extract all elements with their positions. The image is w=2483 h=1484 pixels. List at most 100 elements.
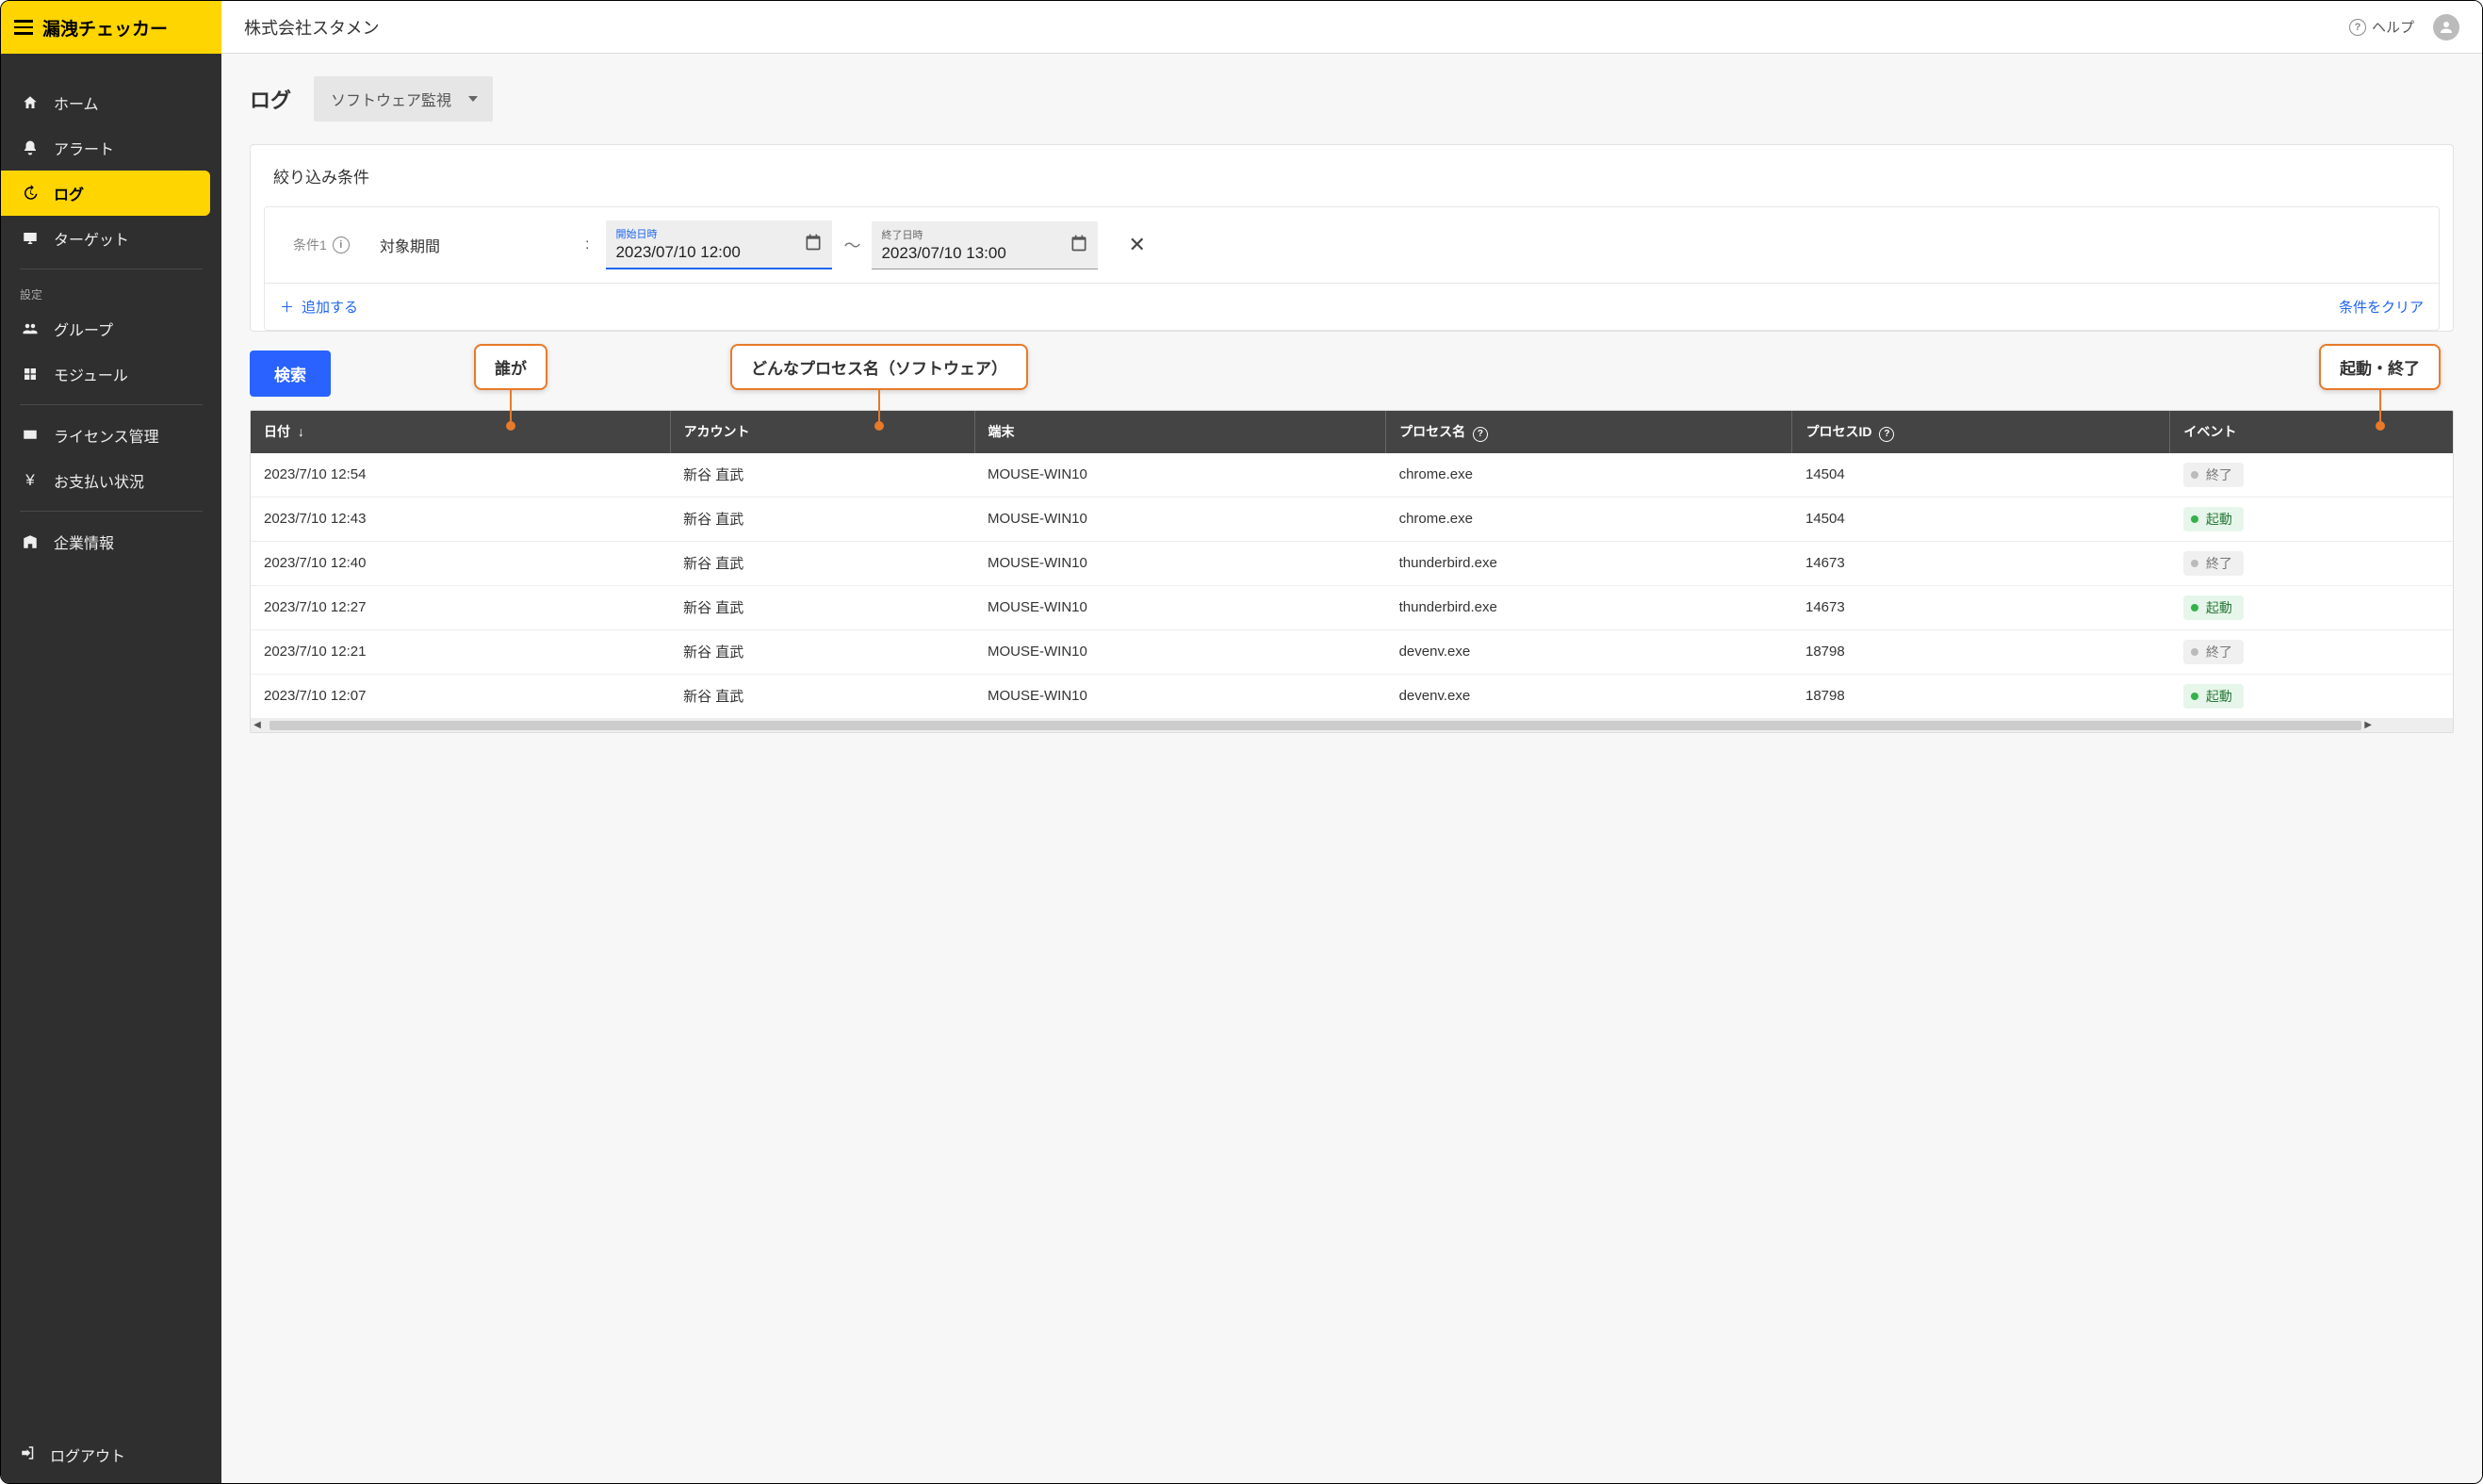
sidebar-item-company[interactable]: 企業情報 xyxy=(1,519,210,564)
scroll-right-icon[interactable]: ▶ xyxy=(2361,720,2375,730)
callout-process: どんなプロセス名（ソフトウェア） xyxy=(730,344,1028,390)
calendar-icon[interactable] xyxy=(1070,234,1088,256)
sidebar-item-label: モジュール xyxy=(54,363,128,385)
condition-label: 条件1 xyxy=(293,236,327,254)
cell-terminal: MOUSE-WIN10 xyxy=(974,629,1386,674)
sidebar-item-group[interactable]: グループ xyxy=(1,306,210,351)
event-badge: 起動 xyxy=(2183,684,2244,709)
help-icon[interactable]: ? xyxy=(1473,427,1488,442)
cell-process: chrome.exe xyxy=(1386,453,1792,497)
sidebar-item-label: グループ xyxy=(54,318,113,340)
cell-process: devenv.exe xyxy=(1386,629,1792,674)
grid-icon xyxy=(20,367,41,382)
event-badge: 終了 xyxy=(2183,551,2244,576)
status-dot-icon xyxy=(2191,648,2198,656)
table-row[interactable]: 2023/7/10 12:21新谷 直武MOUSE-WIN10devenv.ex… xyxy=(251,629,2453,674)
sidebar-item-label: アラート xyxy=(54,137,114,159)
cell-pid: 14673 xyxy=(1792,541,2170,585)
end-datetime-field[interactable]: 終了日時 2023/07/10 13:00 xyxy=(872,221,1098,269)
monitor-icon xyxy=(20,230,41,247)
add-condition-label: 追加する xyxy=(302,297,358,317)
status-dot-icon xyxy=(2191,515,2198,523)
cell-date: 2023/7/10 12:54 xyxy=(251,453,670,497)
callout-text: 誰が xyxy=(495,360,527,378)
end-datetime-label: 終了日時 xyxy=(881,227,1088,242)
filter-panel-title: 絞り込み条件 xyxy=(251,145,2453,195)
start-datetime-field[interactable]: 開始日時 2023/07/10 12:00 xyxy=(606,220,832,269)
clear-conditions-label: 条件をクリア xyxy=(2339,300,2424,316)
cell-date: 2023/7/10 12:27 xyxy=(251,585,670,629)
horizontal-scrollbar[interactable]: ◀ ▶ xyxy=(251,719,2453,732)
sidebar-item-alert[interactable]: アラート xyxy=(1,125,210,171)
cell-account: 新谷 直武 xyxy=(670,541,974,585)
event-badge: 起動 xyxy=(2183,595,2244,620)
callout-text: どんなプロセス名（ソフトウェア） xyxy=(751,360,1007,378)
sidebar-item-label: ログ xyxy=(54,182,84,204)
cell-process: thunderbird.exe xyxy=(1386,585,1792,629)
sidebar-item-label: ホーム xyxy=(54,91,99,114)
sidebar-item-payment[interactable]: ¥ お支払い状況 xyxy=(1,458,210,503)
sidebar-item-module[interactable]: モジュール xyxy=(1,351,210,397)
cell-process: devenv.exe xyxy=(1386,674,1792,718)
calendar-icon[interactable] xyxy=(804,233,823,255)
status-dot-icon xyxy=(2191,604,2198,612)
cell-pid: 14504 xyxy=(1792,497,2170,541)
clear-conditions-button[interactable]: 条件をクリア xyxy=(2339,297,2424,317)
info-icon[interactable]: i xyxy=(333,236,350,253)
sidebar-item-home[interactable]: ホーム xyxy=(1,80,210,125)
cell-event: 起動 xyxy=(2170,585,2453,629)
table-row[interactable]: 2023/7/10 12:07新谷 直武MOUSE-WIN10devenv.ex… xyxy=(251,674,2453,718)
table-row[interactable]: 2023/7/10 12:27新谷 直武MOUSE-WIN10thunderbi… xyxy=(251,585,2453,629)
cell-event: 終了 xyxy=(2170,453,2453,497)
search-button[interactable]: 検索 xyxy=(250,351,331,397)
license-icon xyxy=(20,427,41,444)
sidebar-item-log[interactable]: ログ xyxy=(1,171,210,216)
cell-event: 終了 xyxy=(2170,629,2453,674)
table-row[interactable]: 2023/7/10 12:40新谷 直武MOUSE-WIN10thunderbi… xyxy=(251,541,2453,585)
col-account[interactable]: アカウント xyxy=(670,411,974,453)
cell-terminal: MOUSE-WIN10 xyxy=(974,674,1386,718)
add-condition-button[interactable]: ＋ 追加する xyxy=(280,297,358,317)
sidebar-item-target[interactable]: ターゲット xyxy=(1,216,210,261)
nav: ホーム アラート ログ ターゲット 設定 xyxy=(1,54,221,1427)
brand-title: 漏洩チェッカー xyxy=(42,15,168,41)
sidebar-item-label: ライセンス管理 xyxy=(54,424,159,447)
col-date[interactable]: 日付 ↓ xyxy=(251,411,670,453)
logout-button[interactable]: ログアウト xyxy=(1,1427,221,1483)
page-title: ログ xyxy=(250,84,291,114)
log-type-select[interactable]: ソフトウェア監視 xyxy=(314,76,493,122)
callout-who: 誰が xyxy=(474,344,547,390)
sidebar-item-label: お支払い状況 xyxy=(54,469,144,492)
help-icon[interactable]: ? xyxy=(1879,427,1894,442)
sidebar-item-license[interactable]: ライセンス管理 xyxy=(1,413,210,458)
start-datetime-label: 開始日時 xyxy=(615,226,823,241)
table-row[interactable]: 2023/7/10 12:54新谷 直武MOUSE-WIN10chrome.ex… xyxy=(251,453,2453,497)
scroll-left-icon[interactable]: ◀ xyxy=(251,720,264,730)
cell-event: 起動 xyxy=(2170,497,2453,541)
cell-terminal: MOUSE-WIN10 xyxy=(974,497,1386,541)
help-label: ヘルプ xyxy=(2372,17,2414,37)
help-link[interactable]: ? ヘルプ xyxy=(2349,17,2414,37)
table-row[interactable]: 2023/7/10 12:43新谷 直武MOUSE-WIN10chrome.ex… xyxy=(251,497,2453,541)
filter-panel: 絞り込み条件 条件1 i 対象期間 : 開始日時 2023/07/10 12:0… xyxy=(250,144,2454,332)
plus-icon: ＋ xyxy=(280,297,294,317)
cell-account: 新谷 直武 xyxy=(670,674,974,718)
end-datetime-value: 2023/07/10 13:00 xyxy=(881,242,1088,265)
scrollbar-thumb[interactable] xyxy=(270,721,2361,730)
company-icon xyxy=(20,533,41,550)
col-terminal[interactable]: 端末 xyxy=(974,411,1386,453)
col-pid[interactable]: プロセスID ? xyxy=(1792,411,2170,453)
hamburger-icon[interactable] xyxy=(14,20,33,35)
cell-date: 2023/7/10 12:07 xyxy=(251,674,670,718)
cell-process: thunderbird.exe xyxy=(1386,541,1792,585)
col-process[interactable]: プロセス名 ? xyxy=(1386,411,1792,453)
remove-condition-button[interactable]: ✕ xyxy=(1128,233,1145,257)
avatar[interactable] xyxy=(2433,14,2459,41)
history-icon xyxy=(20,185,41,202)
col-event[interactable]: イベント xyxy=(2170,411,2453,453)
cell-account: 新谷 直武 xyxy=(670,497,974,541)
cell-date: 2023/7/10 12:43 xyxy=(251,497,670,541)
select-value: ソフトウェア監視 xyxy=(331,88,451,110)
home-icon xyxy=(20,94,41,111)
status-dot-icon xyxy=(2191,471,2198,479)
